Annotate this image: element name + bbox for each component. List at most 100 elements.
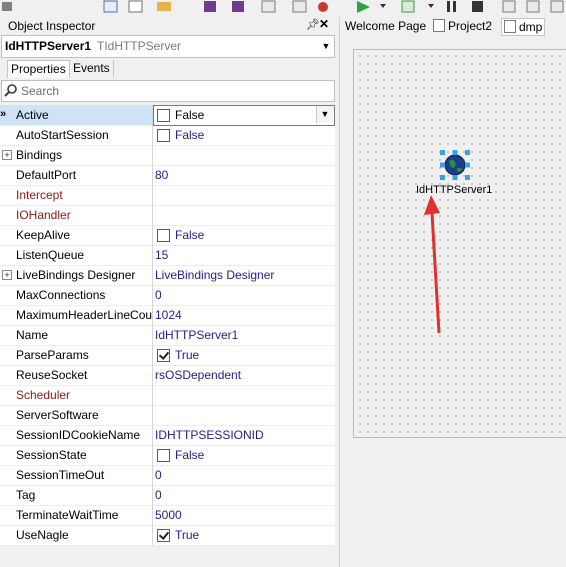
property-value[interactable]: rsOSDependent: [155, 368, 241, 382]
property-name: UseNagle: [16, 528, 69, 542]
tab-project2[interactable]: Project2: [433, 18, 492, 34]
property-row[interactable]: TerminateWaitTime 5000: [0, 505, 335, 526]
property-row[interactable]: ListenQueue 15: [0, 245, 335, 266]
property-value[interactable]: 0: [155, 288, 162, 302]
ide-toolbar: [0, 0, 566, 18]
property-name: LiveBindings Designer: [16, 268, 136, 282]
property-value[interactable]: True: [175, 348, 199, 362]
property-row[interactable]: » Active ▼ False: [0, 105, 335, 126]
property-row[interactable]: KeepAlive False: [0, 225, 335, 246]
column-divider: [152, 225, 153, 245]
column-divider: [152, 325, 153, 345]
selection-marker-icon: »: [0, 108, 7, 120]
toolbar-button-10: [401, 0, 415, 13]
column-divider: [152, 385, 153, 405]
column-divider: [152, 285, 153, 305]
object-inspector-panel: Object Inspector 📌︎ ✕ IdHTTPServer1 TIdH…: [0, 17, 340, 567]
property-name: Intercept: [16, 188, 63, 202]
property-name: KeepAlive: [16, 228, 71, 242]
property-row[interactable]: + LiveBindings Designer LiveBindings Desig…: [0, 265, 335, 286]
property-value[interactable]: IdHTTPServer1: [155, 328, 238, 342]
property-value[interactable]: True: [175, 528, 199, 542]
toolbar-button-9: [318, 2, 328, 12]
property-row[interactable]: DefaultPort 80: [0, 165, 335, 186]
search-input[interactable]: Search: [1, 80, 335, 102]
property-checkbox[interactable]: [157, 449, 170, 462]
property-row[interactable]: UseNagle True: [0, 525, 335, 546]
column-divider: [152, 485, 153, 505]
property-checkbox[interactable]: [157, 129, 170, 142]
toolbar-button-6: [232, 1, 244, 12]
property-value[interactable]: 1024: [155, 308, 182, 322]
property-checkbox[interactable]: [157, 229, 170, 242]
column-divider: [152, 265, 153, 285]
property-row[interactable]: SessionTimeOut 0: [0, 465, 335, 486]
editor-tabs: Welcome Page Project2 dmp: [340, 17, 566, 36]
component-selector[interactable]: IdHTTPServer1 TIdHTTPServer ▼: [1, 35, 335, 58]
property-checkbox[interactable]: [157, 109, 170, 122]
property-name: SessionState: [16, 448, 87, 462]
property-value[interactable]: 5000: [155, 508, 182, 522]
property-row[interactable]: + Bindings: [0, 145, 335, 166]
run-icon: [357, 1, 370, 13]
toolbar-icons: [2, 0, 564, 13]
property-row[interactable]: ParseParams True: [0, 345, 335, 366]
tab-properties[interactable]: Properties: [7, 60, 70, 78]
property-row[interactable]: ServerSoftware: [0, 405, 335, 426]
property-row[interactable]: MaximumHeaderLineCount 1024: [0, 305, 335, 326]
property-value[interactable]: 0: [155, 488, 162, 502]
property-value[interactable]: False: [175, 228, 204, 242]
toolbar-button-8: [292, 0, 307, 13]
property-name: ListenQueue: [16, 248, 85, 262]
column-divider: [152, 165, 153, 185]
property-value[interactable]: LiveBindings Designer: [155, 268, 274, 282]
property-row[interactable]: ReuseSocket rsOSDependent: [0, 365, 335, 386]
property-row[interactable]: SessionIDCookieName IDHTTPSESSIONID: [0, 425, 335, 446]
globe-icon[interactable]: [440, 150, 470, 180]
expand-icon[interactable]: +: [2, 150, 12, 160]
close-icon[interactable]: ✕: [319, 17, 329, 31]
property-value[interactable]: 0: [155, 468, 162, 482]
column-divider: [152, 205, 153, 225]
property-checkbox[interactable]: [157, 349, 170, 362]
column-divider: [152, 185, 153, 205]
chevron-down-icon[interactable]: ▼: [316, 106, 333, 123]
property-name: Active: [16, 108, 152, 122]
column-divider: [152, 425, 153, 445]
property-value[interactable]: 15: [155, 248, 168, 262]
tab-dmp[interactable]: dmp: [501, 18, 546, 36]
property-value[interactable]: False: [175, 448, 204, 462]
property-value[interactable]: 80: [155, 168, 168, 182]
chevron-down-icon[interactable]: ▼: [320, 39, 332, 53]
tab-welcome-page[interactable]: Welcome Page: [345, 18, 426, 34]
tab-events[interactable]: Events: [69, 60, 114, 77]
property-name: ReuseSocket: [16, 368, 88, 382]
property-row[interactable]: Scheduler: [0, 385, 335, 406]
pin-icon[interactable]: 📌︎: [306, 18, 320, 31]
toolbar-button-11: [502, 0, 516, 13]
column-divider: [152, 125, 153, 145]
property-row[interactable]: Intercept: [0, 185, 335, 206]
column-divider: [152, 465, 153, 485]
property-value[interactable]: False: [175, 128, 204, 142]
property-row[interactable]: MaxConnections 0: [0, 285, 335, 306]
property-row[interactable]: Name IdHTTPServer1: [0, 325, 335, 346]
property-name: TerminateWaitTime: [16, 508, 119, 522]
column-divider: [152, 405, 153, 425]
expand-icon[interactable]: +: [2, 270, 12, 280]
tab-label: Project2: [448, 19, 493, 33]
column-divider: [152, 245, 153, 265]
property-checkbox[interactable]: [157, 529, 170, 542]
property-row[interactable]: AutoStartSession False: [0, 125, 335, 146]
stop-icon: [472, 1, 483, 12]
property-name: Bindings: [16, 148, 63, 162]
property-value[interactable]: IDHTTPSESSIONID: [155, 428, 264, 442]
property-row[interactable]: SessionState False: [0, 445, 335, 466]
property-row[interactable]: Tag 0: [0, 485, 335, 506]
property-name: Tag: [16, 488, 36, 502]
property-value[interactable]: False: [175, 108, 204, 122]
toolbar-button-1: [2, 2, 12, 11]
property-row[interactable]: IOHandler: [0, 205, 335, 226]
form-designer-surface[interactable]: IdHTTPServer1: [353, 49, 566, 438]
column-divider: [152, 525, 153, 545]
